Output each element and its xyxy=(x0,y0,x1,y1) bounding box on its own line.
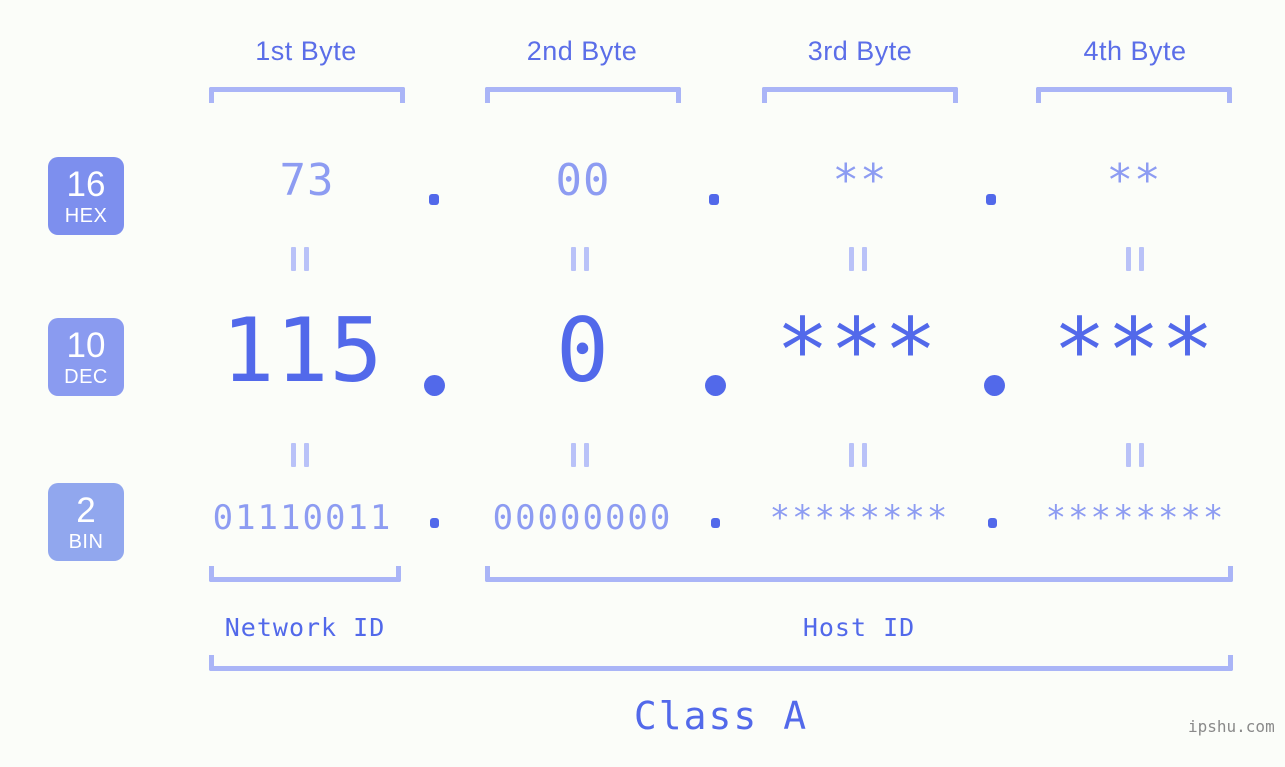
hex-separator-dot-1 xyxy=(429,194,439,205)
class-label: Class A xyxy=(633,694,809,738)
dec-byte-1: 115 xyxy=(221,299,384,402)
host-id-label: Host ID xyxy=(802,613,916,642)
byte-bracket-top-2 xyxy=(485,87,681,103)
base-badge-dec-number: 10 xyxy=(66,325,106,365)
byte-bracket-top-1 xyxy=(209,87,405,103)
base-badge-dec-name: DEC xyxy=(64,365,108,388)
ip-breakdown-diagram: 1st Byte 2nd Byte 3rd Byte 4th Byte 16 H… xyxy=(0,0,1285,767)
hex-byte-3: ** xyxy=(832,155,888,206)
bin-byte-4: ******** xyxy=(1045,498,1226,538)
equality-connector-hex-dec-3 xyxy=(849,247,867,271)
base-badge-hex: 16 HEX xyxy=(48,157,124,235)
hex-byte-1: 73 xyxy=(279,155,335,206)
byte-header-2: 2nd Byte xyxy=(526,36,638,66)
equality-connector-hex-dec-4 xyxy=(1126,247,1144,271)
byte-bracket-top-4 xyxy=(1036,87,1232,103)
byte-header-1: 1st Byte xyxy=(255,36,357,66)
bin-separator-dot-3 xyxy=(988,518,997,528)
network-id-bracket xyxy=(209,566,401,582)
base-badge-bin-name: BIN xyxy=(68,530,104,553)
bin-byte-3: ******** xyxy=(769,498,950,538)
dec-byte-4: *** xyxy=(1053,299,1215,402)
dec-separator-dot-1 xyxy=(424,375,445,396)
equality-connector-dec-bin-2 xyxy=(571,443,589,467)
base-badge-bin-number: 2 xyxy=(76,490,96,530)
byte-header-3: 3rd Byte xyxy=(807,36,913,66)
bin-separator-dot-2 xyxy=(711,518,720,528)
base-badge-hex-number: 16 xyxy=(66,164,106,204)
bin-separator-dot-1 xyxy=(430,518,439,528)
hex-separator-dot-3 xyxy=(986,194,996,205)
byte-header-4: 4th Byte xyxy=(1083,36,1187,66)
host-id-bracket xyxy=(485,566,1233,582)
base-badge-hex-name: HEX xyxy=(64,204,108,227)
dec-separator-dot-2 xyxy=(705,375,726,396)
byte-bracket-top-3 xyxy=(762,87,958,103)
network-id-label: Network ID xyxy=(224,613,386,642)
watermark-text: ipshu.com xyxy=(1188,717,1275,736)
dec-byte-3: *** xyxy=(776,299,938,402)
class-bracket xyxy=(209,655,1233,671)
hex-separator-dot-2 xyxy=(709,194,719,205)
equality-connector-dec-bin-1 xyxy=(291,443,309,467)
bin-byte-1: 01110011 xyxy=(212,498,393,538)
hex-byte-2: 00 xyxy=(555,155,611,206)
base-badge-bin: 2 BIN xyxy=(48,483,124,561)
dec-separator-dot-3 xyxy=(984,375,1005,396)
dec-byte-2: 0 xyxy=(556,299,610,402)
equality-connector-dec-bin-4 xyxy=(1126,443,1144,467)
hex-byte-4: ** xyxy=(1106,155,1162,206)
equality-connector-hex-dec-2 xyxy=(571,247,589,271)
bin-byte-2: 00000000 xyxy=(492,498,673,538)
base-badge-dec: 10 DEC xyxy=(48,318,124,396)
equality-connector-dec-bin-3 xyxy=(849,443,867,467)
equality-connector-hex-dec-1 xyxy=(291,247,309,271)
